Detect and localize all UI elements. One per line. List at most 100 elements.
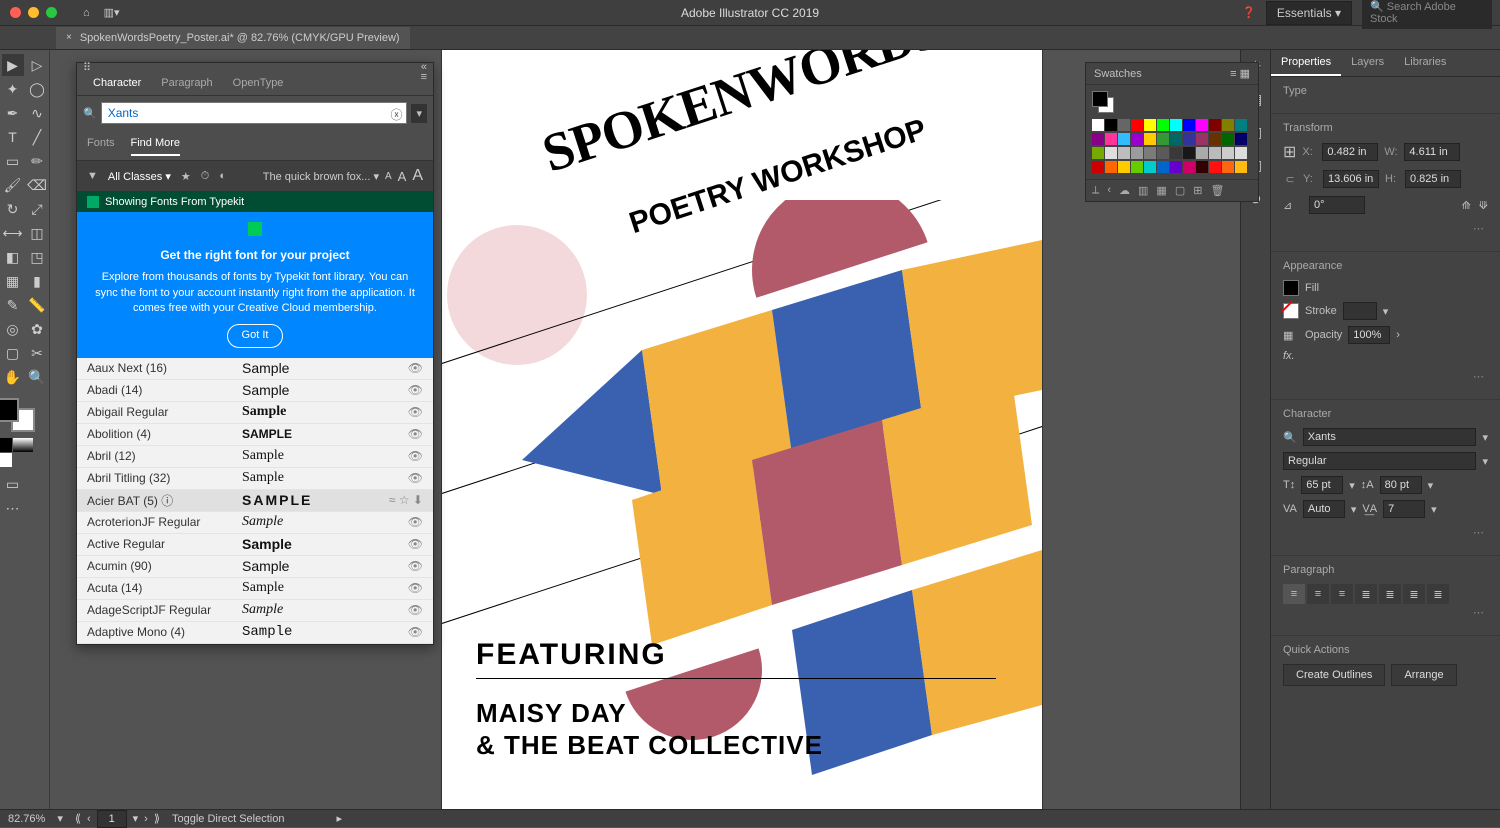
x-field[interactable]: 0.482 in [1322, 143, 1378, 161]
workspace-switcher[interactable]: Essentials ▾ [1266, 1, 1352, 25]
magic-wand-icon[interactable]: ✦ [2, 78, 24, 100]
arrange-button[interactable]: Arrange [1391, 664, 1456, 686]
minimize-window-icon[interactable] [28, 7, 39, 18]
sample-text-select[interactable]: The quick brown fox... ▾ [263, 170, 379, 183]
paintbrush-icon[interactable]: ✏ [26, 150, 48, 172]
more-options-icon[interactable]: ⋯ [1469, 220, 1488, 237]
more-options-icon[interactable]: ⋯ [1469, 368, 1488, 385]
swatch-cell[interactable] [1105, 119, 1117, 131]
swatch-cell[interactable] [1170, 133, 1182, 145]
swatch-cell[interactable] [1144, 119, 1156, 131]
font-row[interactable]: AcroterionJF Regular Sample 👁 [77, 512, 433, 534]
curvature-tool-icon[interactable]: ∿ [26, 102, 48, 124]
create-outlines-button[interactable]: Create Outlines [1283, 664, 1385, 686]
tab-opentype[interactable]: OpenType [223, 71, 294, 95]
justify-left-icon[interactable]: ≣ [1355, 584, 1377, 604]
tracking-field[interactable]: Auto [1303, 500, 1345, 518]
font-row[interactable]: Aaux Next (16) Sample 👁 [77, 358, 433, 380]
zoom-display[interactable]: 82.76% [8, 813, 45, 825]
leading-field[interactable]: 80 pt [1380, 476, 1422, 494]
panel-menu-icon[interactable]: ≡ [421, 71, 427, 95]
swatch-cell[interactable] [1222, 133, 1234, 145]
last-page-icon[interactable]: ⟫ [154, 812, 160, 825]
tab-paragraph[interactable]: Paragraph [151, 71, 222, 95]
kerning-field[interactable]: 7 [1383, 500, 1425, 518]
font-row[interactable]: Abolition (4) SAMPLE 👁 [77, 424, 433, 446]
swatch-cell[interactable] [1222, 161, 1234, 173]
zoom-tool-icon[interactable]: 🔍 [26, 366, 48, 388]
swatch-cell[interactable] [1118, 147, 1130, 159]
typekit-icon[interactable]: ◐ [219, 170, 226, 182]
swatch-cell[interactable] [1170, 147, 1182, 159]
swatch-cell[interactable] [1170, 161, 1182, 173]
font-row[interactable]: AdageScriptJF Regular Sample 👁 [77, 600, 433, 622]
chevron-down-icon[interactable]: ▾ [57, 812, 63, 825]
list-view-icon[interactable]: ≡ [1230, 68, 1236, 80]
size-medium-icon[interactable]: A [398, 169, 407, 184]
favorite-icon[interactable]: ★ [181, 170, 191, 183]
swatch-cell[interactable] [1118, 161, 1130, 173]
swatch-options-icon[interactable]: ☁ [1119, 184, 1130, 197]
tab-layers[interactable]: Layers [1341, 50, 1394, 76]
play-icon[interactable]: ▸ [336, 812, 342, 825]
stroke-swatch[interactable] [1283, 303, 1299, 319]
swatch-cell[interactable] [1118, 119, 1130, 131]
filter-icon[interactable]: ▼ [87, 170, 98, 182]
chevron-down-icon[interactable]: ▾ [1428, 479, 1434, 492]
font-row[interactable]: Abril Titling (32) Sample 👁 [77, 468, 433, 490]
swatch-cell[interactable] [1235, 161, 1247, 173]
swatch-cell[interactable] [1235, 147, 1247, 159]
font-name-field[interactable]: Xants [1303, 428, 1477, 446]
font-row[interactable]: Acuta (14) Sample 👁 [77, 578, 433, 600]
swatch-cell[interactable] [1196, 119, 1208, 131]
swatch-cell[interactable] [1131, 161, 1143, 173]
link-wh-icon[interactable]: ⊂ [1283, 168, 1297, 190]
font-search-input[interactable]: Xants ⓧ [101, 102, 408, 124]
symbol-sprayer-icon[interactable]: ✿ [26, 318, 48, 340]
font-size-field[interactable]: 65 pt [1301, 476, 1343, 494]
swatch-cell[interactable] [1222, 119, 1234, 131]
blend-tool-icon[interactable]: ◎ [2, 318, 24, 340]
size-large-icon[interactable]: A [412, 167, 423, 185]
new-swatch-icon[interactable]: ▦ [1156, 184, 1166, 197]
chevron-down-icon[interactable]: ▾ [1383, 305, 1389, 318]
artboard-tool-icon[interactable]: ▢ [2, 342, 24, 364]
more-options-icon[interactable]: ⋯ [1469, 604, 1488, 621]
direct-selection-icon[interactable]: ▷ [26, 54, 48, 76]
maximize-window-icon[interactable] [46, 7, 57, 18]
opacity-field[interactable]: 100% [1348, 326, 1390, 344]
reference-point-icon[interactable]: ⊞ [1283, 142, 1296, 162]
scale-tool-icon[interactable]: ⤢ [26, 198, 48, 220]
swatch-cell[interactable] [1170, 119, 1182, 131]
swatch-cell[interactable] [1092, 133, 1104, 145]
flip-horizontal-icon[interactable]: ⟰ [1462, 199, 1471, 212]
gradient-tool-icon[interactable]: ▮ [26, 270, 48, 292]
y-field[interactable]: 13.606 in [1323, 170, 1379, 188]
rotate-tool-icon[interactable]: ↻ [2, 198, 24, 220]
chevron-down-icon[interactable]: ▾ [1482, 431, 1488, 444]
justify-center-icon[interactable]: ≣ [1379, 584, 1401, 604]
angle-field[interactable]: 0° [1309, 196, 1365, 214]
swatch-cell[interactable] [1209, 133, 1221, 145]
swatch-cell[interactable] [1209, 147, 1221, 159]
pen-tool-icon[interactable]: ✒ [2, 102, 24, 124]
swatch-cell[interactable] [1092, 147, 1104, 159]
brush-tool-icon[interactable]: 🖌 [2, 174, 24, 196]
shape-builder-icon[interactable]: ◧ [2, 246, 24, 268]
swatch-cell[interactable] [1105, 161, 1117, 173]
selection-tool-icon[interactable]: ▶ [2, 54, 24, 76]
align-right-icon[interactable]: ≡ [1331, 584, 1353, 604]
rectangle-tool-icon[interactable]: ▭ [2, 150, 24, 172]
font-row[interactable]: Acier BAT (5) ⓘ SAMPLE ≈ ☆ ⬇ [77, 490, 433, 512]
mesh-tool-icon[interactable]: ▦ [2, 270, 24, 292]
eraser-icon[interactable]: ⌫ [26, 174, 48, 196]
align-left-icon[interactable]: ≡ [1283, 584, 1305, 604]
font-row[interactable]: Acumin (90) Sample 👁 [77, 556, 433, 578]
swatch-cell[interactable] [1183, 119, 1195, 131]
swatch-cell[interactable] [1144, 161, 1156, 173]
document-tab[interactable]: × SpokenWordsPoetry_Poster.ai* @ 82.76% … [56, 27, 410, 49]
hand-tool-icon[interactable]: ✋ [2, 366, 24, 388]
current-colors[interactable] [1092, 91, 1114, 113]
w-field[interactable]: 4.611 in [1404, 143, 1460, 161]
folder-icon[interactable]: ▢ [1175, 184, 1185, 197]
